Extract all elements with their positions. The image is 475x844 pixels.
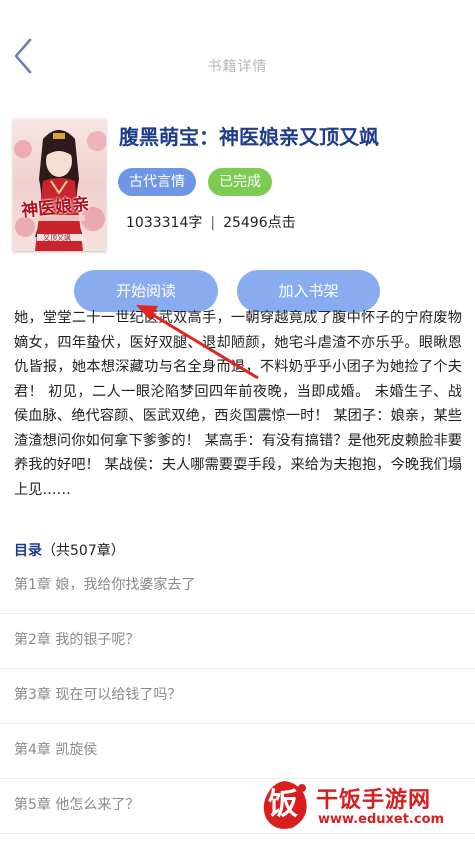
chapter-item[interactable]: 第3章 现在可以给钱了吗？ (0, 669, 475, 724)
stats-separator: | (210, 215, 216, 231)
toc-heading: 目录（共507章） (14, 540, 125, 560)
chapter-item[interactable]: 第2章 我的银子呢？ (0, 614, 475, 669)
genre-tag[interactable]: 古代言情 (118, 168, 196, 196)
book-title: 腹黑萌宝：神医娘亲又顶又飒 (119, 125, 379, 149)
book-cover-image (13, 119, 106, 251)
status-badge: 已完成 (208, 168, 272, 196)
header-bar: 书籍详情 (0, 0, 475, 100)
chapter-item[interactable]: 第4章 凯旋侯 (0, 724, 475, 779)
watermark-url: www.eduxet.com (318, 812, 445, 827)
click-count: 25496点击 (223, 215, 296, 231)
book-synopsis: 她，堂堂二十一世纪医武双高手，一朝穿越竟成了腹中怀子的宁府废物嫡女，四年蛰伏，医… (14, 310, 462, 498)
watermark-name: 干饭手游网 (316, 788, 432, 813)
word-count: 1033314字 (126, 215, 203, 231)
page-title: 书籍详情 (207, 59, 268, 75)
chapter-item[interactable]: 第1章 娘，我给你找婆家去了 (0, 559, 475, 614)
toc-label: 目录 (14, 543, 42, 559)
toc-count: （共507章） (42, 543, 125, 559)
book-stats: 1033314字 | 25496点击 (126, 212, 296, 232)
book-cover[interactable]: 神医娘亲 又顶又飒 (13, 119, 106, 251)
book-cover-subtitle: 又顶又飒 (43, 234, 71, 242)
watermark-logo-char: 饭 (268, 787, 298, 822)
site-watermark: 饭 干饭手游网 www.eduxet.com (258, 778, 463, 834)
